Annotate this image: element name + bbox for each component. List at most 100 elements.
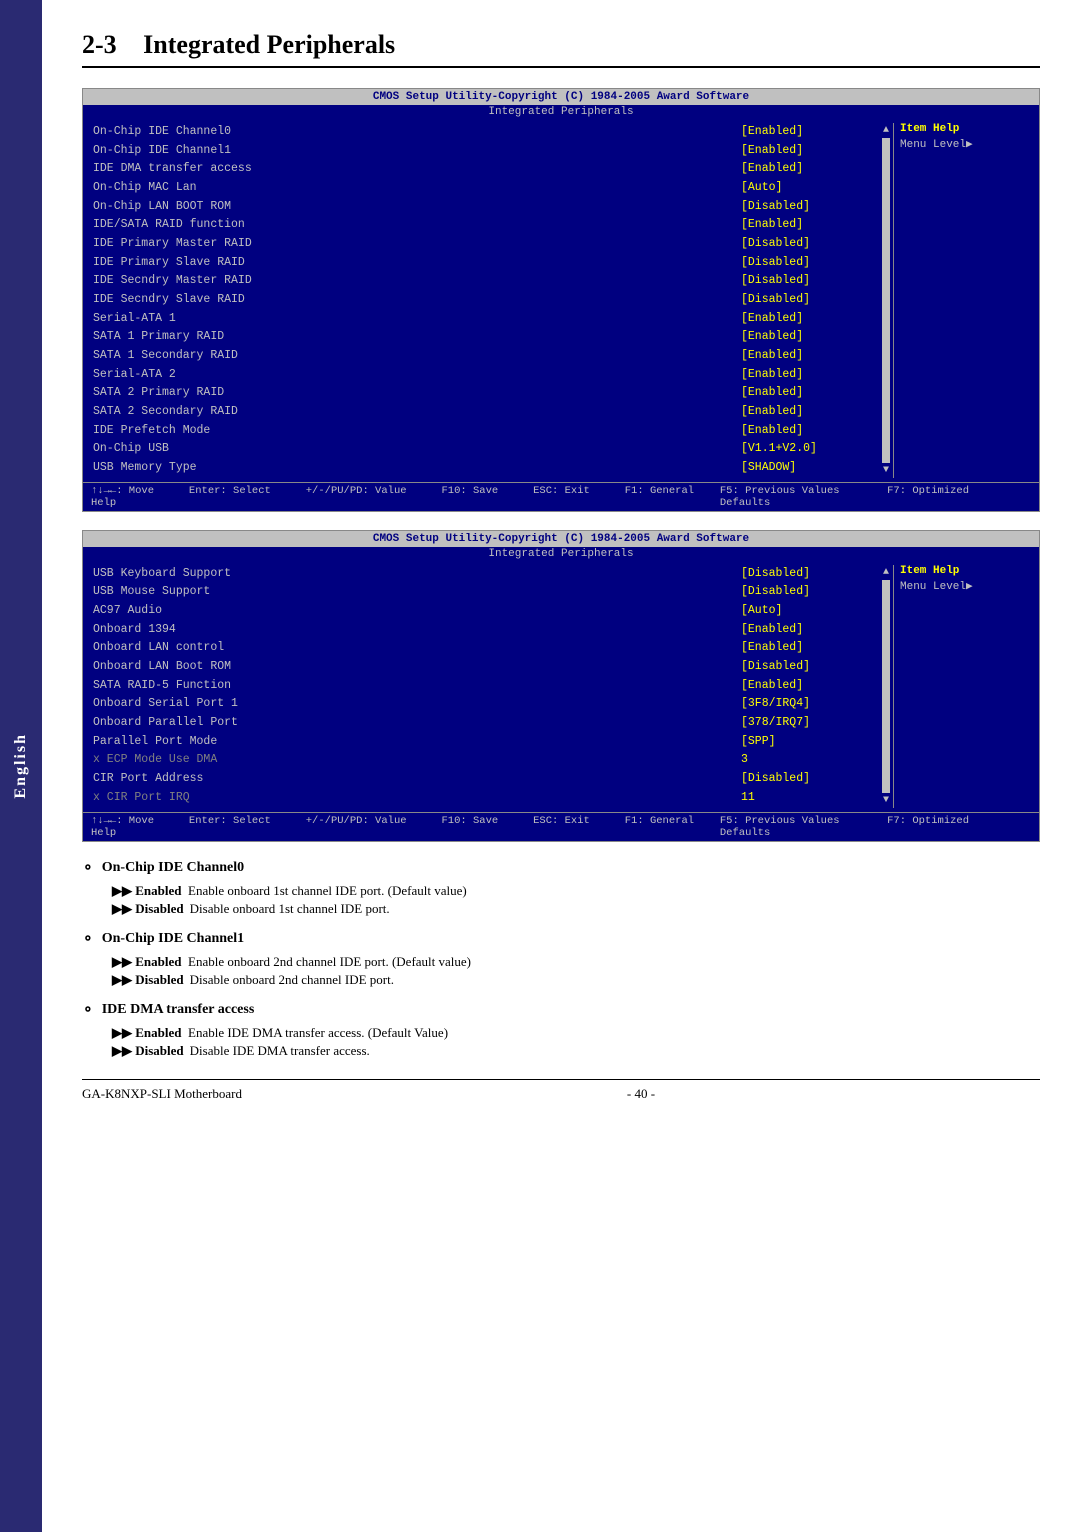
bios1-move: ↑↓→←: Move [91,485,154,497]
bios2-row-label-0: USB Keyboard Support [93,566,741,583]
bios1-row-17[interactable]: On-Chip USB[V1.1+V2.0] [89,440,875,459]
bios1-row-6[interactable]: IDE Primary Master RAID[Disabled] [89,235,875,254]
bios1-row-value-13: [Enabled] [741,367,871,384]
bios1-row-0[interactable]: On-Chip IDE Channel0[Enabled] [89,123,875,142]
bios1-row-18[interactable]: USB Memory Type[SHADOW] [89,459,875,478]
bios2-row-label-6: SATA RAID-5 Function [93,678,741,695]
bios1-row-label-0: On-Chip IDE Channel0 [93,124,741,141]
desc-section-on-chip-ide-channel0: ⚬On-Chip IDE Channel0▶▶ EnabledEnable on… [82,860,1040,917]
bios2-row-11[interactable]: CIR Port Address[Disabled] [89,770,875,789]
bios1-row-1[interactable]: On-Chip IDE Channel1[Enabled] [89,142,875,161]
chapter-title: Integrated Peripherals [143,30,395,59]
bios2-footer-left: ↑↓→←: Move Enter: Select +/-/PU/PD: Valu… [91,815,720,839]
bios2-body: USB Keyboard Support[Disabled]USB Mouse … [83,561,1039,812]
bios1-row-16[interactable]: IDE Prefetch Mode[Enabled] [89,422,875,441]
bios2-help-menulevel: Menu Level▶ [900,579,1033,593]
desc-bullet-2-0: ▶▶ Enabled [112,1025,182,1041]
bios2-row-6[interactable]: SATA RAID-5 Function[Enabled] [89,677,875,696]
desc-heading-ide-dma-transfer-access: ⚬ IDE DMA transfer access [82,1002,1040,1019]
bios2-move: ↑↓→←: Move [91,815,154,827]
bios1-scrollbar[interactable]: ▲ ▼ [879,123,893,478]
bios2-f5: F5: Previous Values [720,815,840,827]
bios1-row-3[interactable]: On-Chip MAC Lan[Auto] [89,179,875,198]
bios2-row-value-4: [Enabled] [741,640,871,657]
bios1-row-value-14: [Enabled] [741,385,871,402]
bios2-esc: ESC: Exit [533,815,590,827]
bios2-row-12[interactable]: x CIR Port IRQ11 [89,789,875,808]
pointer-icon-2: ⚬ [82,1002,94,1019]
bios1-footer-right: F5: Previous Values F7: Optimized Defaul… [720,485,1031,509]
bios1-row-value-9: [Disabled] [741,292,871,309]
scroll-up-arrow[interactable]: ▲ [883,125,889,136]
bios1-row-9[interactable]: IDE Secndry Slave RAID[Disabled] [89,291,875,310]
bios1-row-value-5: [Enabled] [741,217,871,234]
bios2-row-value-7: [3F8/IRQ4] [741,696,871,713]
bios1-row-label-9: IDE Secndry Slave RAID [93,292,741,309]
bios1-value: +/-/PU/PD: Value [306,485,407,497]
bios2-row-7[interactable]: Onboard Serial Port 1[3F8/IRQ4] [89,695,875,714]
bios2-row-2[interactable]: AC97 Audio[Auto] [89,602,875,621]
desc-text-2-1: Disable IDE DMA transfer access. [190,1043,1040,1059]
bios2-footer-right: F5: Previous Values F7: Optimized Defaul… [720,815,1031,839]
bios1-row-value-3: [Auto] [741,180,871,197]
bios1-row-13[interactable]: Serial-ATA 2[Enabled] [89,366,875,385]
bios2-row-label-8: Onboard Parallel Port [93,715,741,732]
desc-bullet-1-0: ▶▶ Enabled [112,954,182,970]
bios2-scrollbar[interactable]: ▲ ▼ [879,565,893,808]
bios2-row-label-12: x CIR Port IRQ [93,790,741,807]
scroll-down-arrow[interactable]: ▼ [883,465,889,476]
bios1-main-col: On-Chip IDE Channel0[Enabled]On-Chip IDE… [89,123,879,478]
bios1-row-label-13: Serial-ATA 2 [93,367,741,384]
bios1-row-8[interactable]: IDE Secndry Master RAID[Disabled] [89,272,875,291]
bios1-row-10[interactable]: Serial-ATA 1[Enabled] [89,310,875,329]
bios2-row-1[interactable]: USB Mouse Support[Disabled] [89,583,875,602]
bios1-row-2[interactable]: IDE DMA transfer access[Enabled] [89,160,875,179]
desc-bullet-2-1: ▶▶ Disabled [112,1043,184,1059]
bios1-row-12[interactable]: SATA 1 Secondary RAID[Enabled] [89,347,875,366]
bios2-row-label-4: Onboard LAN control [93,640,741,657]
bios2-enter: Enter: Select [189,815,271,827]
bios2-row-label-10: x ECP Mode Use DMA [93,752,741,769]
bios2-row-10[interactable]: x ECP Mode Use DMA3 [89,751,875,770]
desc-section-ide-dma-transfer-access: ⚬ IDE DMA transfer access ▶▶ EnabledEnable… [82,1002,1040,1059]
desc-item-2-0: ▶▶ EnabledEnable IDE DMA transfer access… [112,1025,1040,1041]
chapter-heading: 2-3 Integrated Peripherals [82,30,1040,68]
bios2-row-0[interactable]: USB Keyboard Support[Disabled] [89,565,875,584]
scroll-down-arrow-2[interactable]: ▼ [883,795,889,806]
bios1-row-14[interactable]: SATA 2 Primary RAID[Enabled] [89,384,875,403]
bios1-esc: ESC: Exit [533,485,590,497]
bios1-row-label-1: On-Chip IDE Channel1 [93,143,741,160]
bios1-footer: ↑↓→←: Move Enter: Select +/-/PU/PD: Valu… [83,482,1039,511]
bios1-row-4[interactable]: On-Chip LAN BOOT ROM[Disabled] [89,198,875,217]
bios1-row-label-3: On-Chip MAC Lan [93,180,741,197]
desc-item-0-1: ▶▶ DisabledDisable onboard 1st channel I… [112,901,1040,917]
desc-title-2: IDE DMA transfer access [102,1002,255,1018]
sidebar-label: English [12,733,30,799]
bios2-row-label-7: Onboard Serial Port 1 [93,696,741,713]
bios1-row-label-17: On-Chip USB [93,441,741,458]
bios1-row-label-18: USB Memory Type [93,460,741,477]
bios2-row-9[interactable]: Parallel Port Mode[SPP] [89,733,875,752]
bios2-row-value-6: [Enabled] [741,678,871,695]
page-footer: GA-K8NXP-SLI Motherboard - 40 - [82,1079,1040,1102]
bios2-row-4[interactable]: Onboard LAN control[Enabled] [89,639,875,658]
bios2-row-value-12: 11 [741,790,871,807]
bios1-subtitle: Integrated Peripherals [83,105,1039,119]
bios-screen-2: CMOS Setup Utility-Copyright (C) 1984-20… [82,530,1040,842]
bios1-enter: Enter: Select [189,485,271,497]
bios1-row-15[interactable]: SATA 2 Secondary RAID[Enabled] [89,403,875,422]
bios1-row-11[interactable]: SATA 1 Primary RAID[Enabled] [89,328,875,347]
bios1-row-7[interactable]: IDE Primary Slave RAID[Disabled] [89,254,875,273]
bios2-value: +/-/PU/PD: Value [306,815,407,827]
scroll-up-arrow-2[interactable]: ▲ [883,567,889,578]
bios1-row-label-4: On-Chip LAN BOOT ROM [93,199,741,216]
bios1-row-5[interactable]: IDE/SATA RAID function[Enabled] [89,216,875,235]
bios2-row-5[interactable]: Onboard LAN Boot ROM[Disabled] [89,658,875,677]
bios2-row-3[interactable]: Onboard 1394[Enabled] [89,621,875,640]
desc-text-1-0: Enable onboard 2nd channel IDE port. (De… [188,954,1040,970]
bios2-row-8[interactable]: Onboard Parallel Port[378/IRQ7] [89,714,875,733]
bios1-row-value-10: [Enabled] [741,311,871,328]
pointer-icon-0: ⚬ [82,860,94,877]
bios1-help-title: Item Help [900,123,1033,135]
bios2-row-value-11: [Disabled] [741,771,871,788]
